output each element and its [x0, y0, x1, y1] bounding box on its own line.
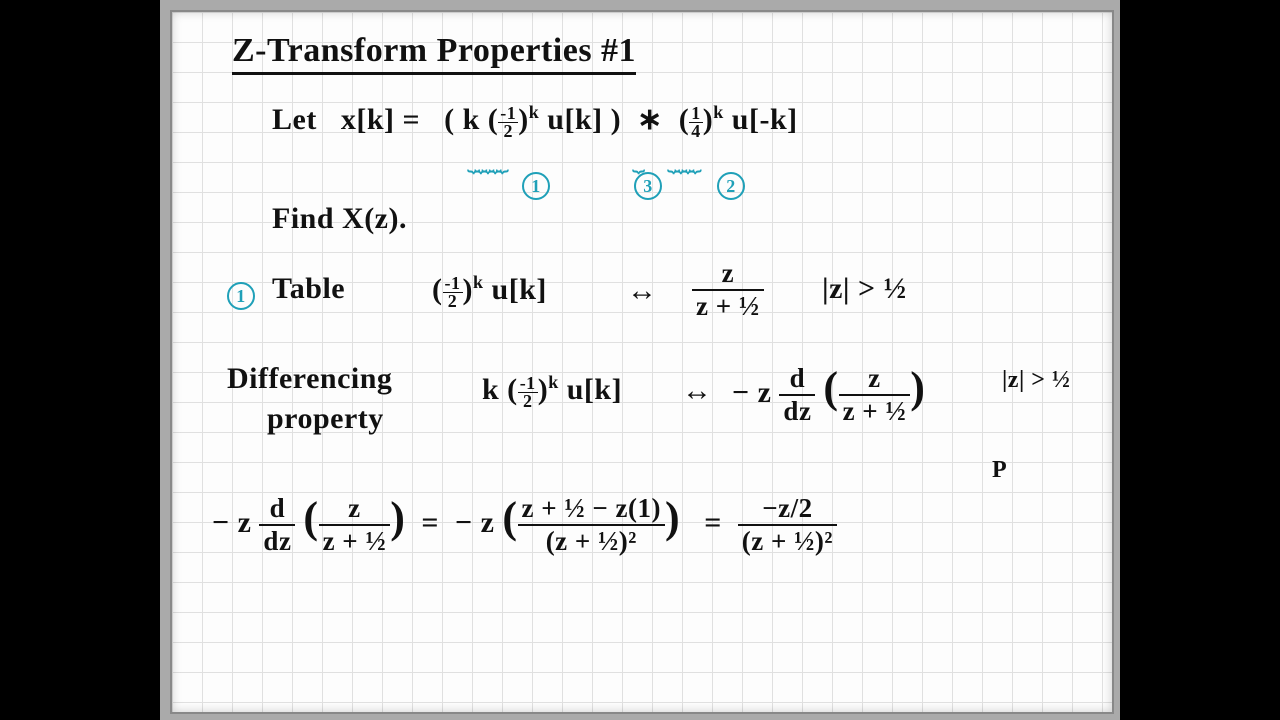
step1-lhs: (-12)k u[k] — [432, 272, 547, 309]
diff-label-2: property — [267, 402, 384, 436]
circ-1: 1 — [522, 172, 550, 200]
circ-2: 2 — [717, 172, 745, 200]
circ-3: 3 — [634, 172, 662, 200]
let-label: Let — [272, 103, 317, 136]
step1-marker: 1 — [227, 282, 255, 310]
step1-roc: |z| > ½ — [822, 272, 907, 306]
term1: ( k (-12)k u[k] ) — [444, 103, 621, 136]
brace-2: ⏟⏟⏟⏟ — [667, 147, 696, 173]
brace-3: ⏟ — [632, 147, 642, 173]
diff-label-1: Differencing — [227, 362, 392, 396]
stray-p: P — [992, 457, 1007, 484]
brace-1: ⏟⏟⏟⏟⏟ — [467, 147, 503, 173]
find-line: Find X(z). — [272, 202, 407, 236]
step1-label: Table — [272, 272, 345, 306]
definition-line: Let x[k] = ( k (-12)k u[k] ) ∗ (14)k u[-… — [272, 102, 798, 139]
step3-lhs: − z ddz (zz + ½) = − z (z + ½ − z(1)(z +… — [212, 492, 837, 555]
step2-arrow: ↔ — [682, 374, 713, 408]
step2-rhs: − z ddz (zz + ½) — [732, 362, 925, 425]
step2-lhs: k (-12)k u[k] — [482, 372, 622, 409]
graph-paper: Z-Transform Properties #1 Let x[k] = ( k… — [170, 10, 1114, 714]
step2-roc: |z| > ½ — [1002, 367, 1070, 394]
step1-rhs: zz + ½ — [692, 260, 764, 320]
video-frame: Z-Transform Properties #1 Let x[k] = ( k… — [160, 0, 1120, 720]
step1-arrow: ↔ — [627, 274, 658, 308]
term2: (14)k u[-k] — [679, 103, 798, 136]
xk: x[k] = — [341, 103, 420, 136]
title: Z-Transform Properties #1 — [232, 32, 636, 75]
convolution-star: ∗ — [637, 103, 663, 136]
